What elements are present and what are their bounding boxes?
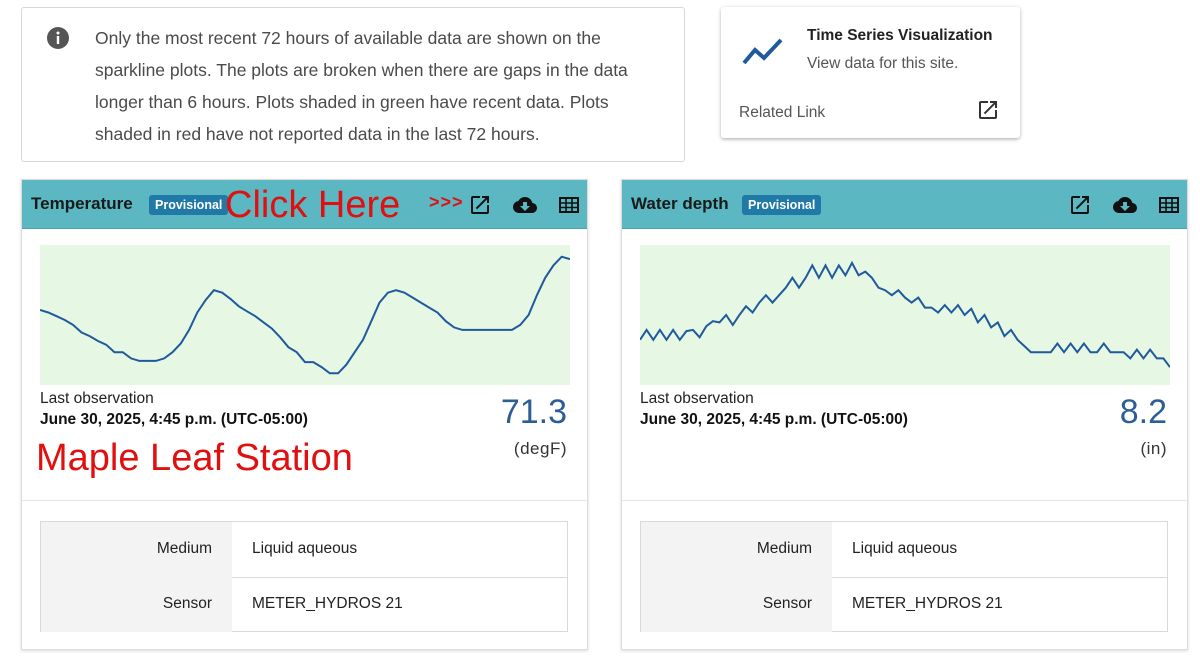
sparkline-svg — [40, 255, 570, 375]
cloud-download-icon[interactable] — [513, 193, 537, 217]
observation-value: 8.2 — [1119, 393, 1167, 431]
temperature-panel: Temperature Provisional Click Here >>> L… — [21, 179, 588, 650]
table-row: Medium Liquid aqueous — [41, 522, 567, 578]
water-depth-panel: Water depth Provisional Last observation… — [621, 179, 1188, 650]
meta-value: Liquid aqueous — [252, 540, 358, 557]
sparkline-line — [640, 260, 1170, 368]
meta-value: METER_HYDROS 21 — [252, 595, 403, 612]
metadata-table: Medium Liquid aqueous Sensor METER_HYDRO… — [640, 521, 1168, 632]
metadata-table: Medium Liquid aqueous Sensor METER_HYDRO… — [40, 521, 568, 632]
meta-value: METER_HYDROS 21 — [852, 595, 1003, 612]
click-here-annotation: Click Here — [225, 184, 401, 226]
last-observation-date: June 30, 2025, 4:45 p.m. (UTC-05:00) — [40, 411, 308, 428]
open-in-new-icon[interactable] — [1068, 193, 1092, 217]
cloud-download-icon[interactable] — [1113, 193, 1137, 217]
meta-key: Sensor — [41, 577, 232, 632]
panel-title: Water depth — [631, 194, 729, 213]
table-row: Medium Liquid aqueous — [641, 522, 1167, 578]
related-link-label[interactable]: Related Link — [739, 104, 825, 122]
open-in-new-icon[interactable] — [976, 98, 1000, 122]
last-observation-label: Last observation — [40, 390, 154, 407]
info-icon — [47, 27, 69, 49]
table-icon[interactable] — [1157, 193, 1181, 217]
open-in-new-icon[interactable] — [468, 193, 492, 217]
sparkline-svg — [640, 260, 1170, 368]
ts-card-title: Time Series Visualization — [807, 27, 993, 44]
observation-unit: (in) — [1140, 439, 1167, 458]
info-text: Only the most recent 72 hours of availab… — [95, 28, 628, 144]
table-row: Sensor METER_HYDROS 21 — [641, 577, 1167, 632]
station-annotation: Maple Leaf Station — [36, 437, 353, 479]
meta-key: Sensor — [641, 577, 832, 632]
divider — [22, 500, 587, 501]
ts-card-subtitle: View data for this site. — [807, 55, 959, 72]
sparkline-line — [40, 255, 570, 375]
table-icon[interactable] — [557, 193, 581, 217]
arrows-annotation: >>> — [429, 192, 464, 212]
time-series-card[interactable]: Time Series Visualization View data for … — [721, 7, 1020, 138]
last-observation-date: June 30, 2025, 4:45 p.m. (UTC-05:00) — [640, 411, 908, 428]
info-notice: Only the most recent 72 hours of availab… — [21, 7, 685, 162]
provisional-badge: Provisional — [742, 195, 822, 215]
meta-key: Medium — [641, 522, 832, 577]
water-depth-sparkline — [640, 245, 1170, 385]
panel-header: Temperature Provisional Click Here >>> — [22, 180, 587, 229]
trend-line-icon — [742, 38, 783, 65]
meta-key: Medium — [41, 522, 232, 577]
observation-unit: (degF) — [513, 439, 567, 458]
observation-value: 71.3 — [500, 393, 567, 431]
panel-header: Water depth Provisional — [622, 180, 1187, 229]
table-row: Sensor METER_HYDROS 21 — [41, 577, 567, 632]
last-observation-label: Last observation — [640, 390, 754, 407]
panel-title: Temperature — [31, 194, 133, 213]
divider — [622, 500, 1187, 501]
meta-value: Liquid aqueous — [852, 540, 958, 557]
temperature-sparkline — [40, 245, 570, 385]
provisional-badge: Provisional — [149, 195, 229, 215]
